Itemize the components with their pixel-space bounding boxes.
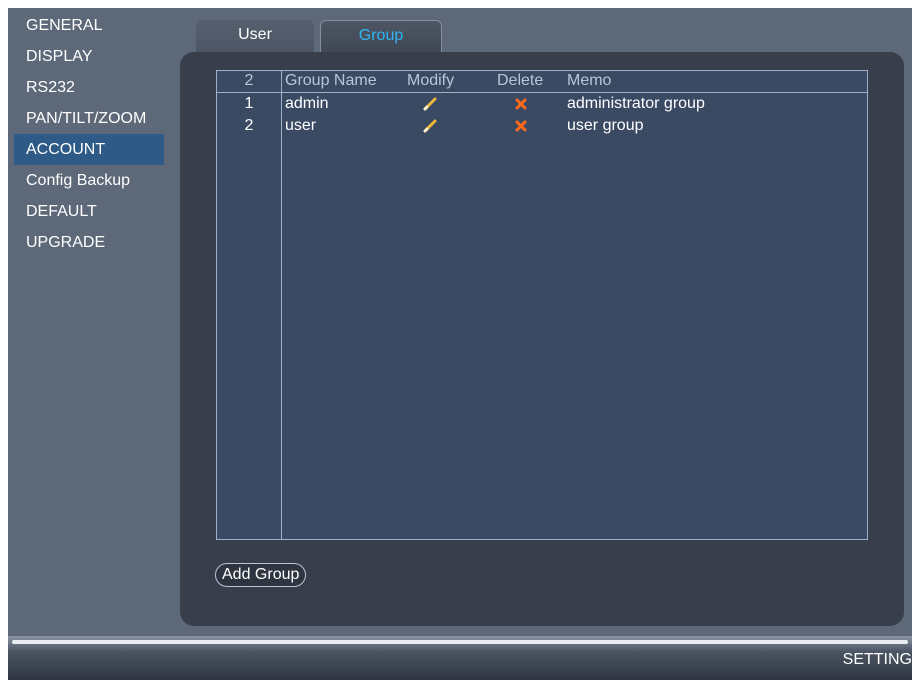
column-divider <box>281 71 282 539</box>
table-header: 2 Group Name Modify Delete Memo <box>217 71 867 93</box>
group-table: 2 Group Name Modify Delete Memo 1 admin … <box>216 70 868 540</box>
sidebar-item-rs232[interactable]: RS232 <box>14 72 164 103</box>
sidebar-item-config-backup[interactable]: Config Backup <box>14 165 164 196</box>
sidebar: GENERAL DISPLAY RS232 PAN/TILT/ZOOM ACCO… <box>14 10 164 258</box>
sidebar-item-default[interactable]: DEFAULT <box>14 196 164 227</box>
sidebar-item-pan-tilt-zoom[interactable]: PAN/TILT/ZOOM <box>14 103 164 134</box>
table-row[interactable]: 1 admin administrator group <box>217 93 867 115</box>
screen: GENERAL DISPLAY RS232 PAN/TILT/ZOOM ACCO… <box>8 8 912 680</box>
header-delete: Delete <box>497 72 544 89</box>
row-memo: administrator group <box>567 95 705 112</box>
pencil-icon[interactable] <box>423 119 437 133</box>
row-group-name: admin <box>285 95 329 112</box>
pencil-icon[interactable] <box>423 97 437 111</box>
close-icon[interactable] <box>514 119 528 133</box>
row-index: 1 <box>244 95 254 112</box>
row-group-name: user <box>285 117 317 134</box>
sidebar-item-display[interactable]: DISPLAY <box>14 41 164 72</box>
row-index: 2 <box>244 117 254 134</box>
sidebar-item-general[interactable]: GENERAL <box>14 10 164 41</box>
header-group-name: Group Name <box>285 72 377 89</box>
header-memo: Memo <box>567 72 612 89</box>
add-group-button[interactable]: Add Group <box>215 563 307 587</box>
footer-setting-label: SETTING <box>842 651 912 668</box>
bottom-divider <box>12 640 908 644</box>
close-icon[interactable] <box>514 97 528 111</box>
bottom-bar: SETTING <box>8 636 912 680</box>
row-memo: user group <box>567 117 644 134</box>
sidebar-item-upgrade[interactable]: UPGRADE <box>14 227 164 258</box>
sidebar-item-account[interactable]: ACCOUNT <box>14 134 164 165</box>
header-modify: Modify <box>407 72 455 89</box>
header-count: 2 <box>244 72 254 89</box>
table-row[interactable]: 2 user user group <box>217 115 867 137</box>
group-panel: 2 Group Name Modify Delete Memo 1 admin … <box>180 52 904 626</box>
